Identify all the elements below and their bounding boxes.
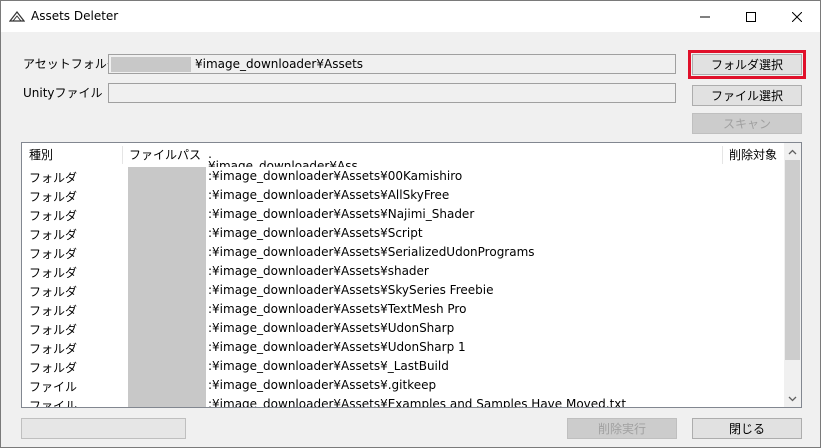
vertical-scrollbar[interactable] xyxy=(784,143,801,407)
maximize-icon xyxy=(746,11,756,22)
chevron-up-icon xyxy=(788,149,797,154)
scroll-down-button[interactable] xyxy=(784,390,801,407)
table-row[interactable]: フォルダ :¥image_downloader¥Assets¥Najimi_Sha… xyxy=(22,205,782,224)
column-header-type[interactable]: 種別 xyxy=(22,143,122,167)
row-path: :¥image_downloader¥Assets¥UdonSharp xyxy=(208,321,455,335)
minimize-icon xyxy=(700,16,710,17)
grid-header: 種別 ファイルパス 削除対象 xyxy=(22,143,782,167)
folder-select-button[interactable]: フォルダ選択 xyxy=(688,50,806,79)
asset-folder-field[interactable]: ¥image_downloader¥Assets xyxy=(108,54,676,74)
table-row[interactable]: フォルダ :¥image_downloader¥Assets¥Script xyxy=(22,224,782,243)
row-type: フォルダ xyxy=(29,285,78,299)
row-path: :¥image_downloader¥Assets¥Examples and S… xyxy=(208,397,627,408)
scroll-up-button[interactable] xyxy=(784,143,801,160)
table-row[interactable]: フォルダ :¥image_downloader¥Assets¥shader xyxy=(22,262,782,281)
file-list-grid[interactable]: 種別 ファイルパス 削除対象 :¥image_downloader¥Assets… xyxy=(21,142,802,408)
status-bar xyxy=(21,418,186,439)
row-type: フォルダ xyxy=(29,209,78,223)
row-type: フォルダ xyxy=(29,190,78,204)
close-button[interactable] xyxy=(774,1,820,32)
close-icon xyxy=(792,11,802,22)
window-title: Assets Deleter xyxy=(31,9,119,23)
row-path: :¥image_downloader¥Assets¥SerializedUdon… xyxy=(208,245,535,259)
delete-button[interactable]: 削除実行 xyxy=(567,418,677,439)
row-type: ファイル xyxy=(29,380,78,394)
table-row[interactable]: フォルダ :¥image_downloader¥Assets¥00Kamishir… xyxy=(22,167,782,186)
table-row[interactable]: フォルダ :¥image_downloader¥Assets¥Serialized… xyxy=(22,243,782,262)
title-bar[interactable]: Assets Deleter xyxy=(1,1,820,32)
row-type: フォルダ xyxy=(29,266,78,280)
table-row[interactable]: フォルダ :¥image_downloader¥Assets¥AllSkyFree xyxy=(22,186,782,205)
row-type: フォルダ xyxy=(29,247,78,261)
row-path: :¥image_downloader¥Assets¥AllSkyFree xyxy=(208,188,450,202)
app-icon xyxy=(9,11,25,22)
scan-button[interactable]: スキャン xyxy=(692,113,802,134)
row-type: ファイル xyxy=(29,399,78,408)
row-type: フォルダ xyxy=(29,342,78,356)
table-row[interactable]: フォルダ :¥image_downloader¥Assets¥UdonSharp … xyxy=(22,338,782,357)
row-path: :¥image_downloader¥Assets¥SkySeries Free… xyxy=(208,283,494,297)
row-path: :¥image_downloader¥Assets¥_LastBuild xyxy=(208,359,449,373)
table-row[interactable]: フォルダ :¥image_downloader¥Assets¥SkySeries … xyxy=(22,281,782,300)
table-row[interactable]: ファイル :¥image_downloader¥Assets¥.gitkeep xyxy=(22,376,782,395)
minimize-button[interactable] xyxy=(682,1,728,32)
row-path: :¥image_downloader¥Assets¥Najimi_Shader xyxy=(208,207,475,221)
table-row[interactable]: フォルダ :¥image_downloader¥Assets¥_LastBuild xyxy=(22,357,782,376)
row-type: フォルダ xyxy=(29,171,78,185)
file-select-button[interactable]: ファイル選択 xyxy=(692,85,802,106)
unity-file-field[interactable] xyxy=(108,83,676,103)
row-path: :¥image_downloader¥Assets¥00Kamishiro xyxy=(208,169,463,183)
row-type: フォルダ xyxy=(29,361,78,375)
scrollbar-thumb[interactable] xyxy=(785,160,800,360)
row-path: :¥image_downloader¥Assets¥Script xyxy=(208,226,423,240)
table-row[interactable]: フォルダ :¥image_downloader¥Assets¥TextMesh P… xyxy=(22,300,782,319)
row-path: :¥image_downloader¥Assets¥UdonSharp 1 xyxy=(208,340,466,354)
asset-folder-label: アセットフォルダ xyxy=(23,57,119,71)
row-path: :¥image_downloader¥Assets¥.gitkeep xyxy=(208,378,437,392)
row-path: :¥image_downloader¥Assets¥shader xyxy=(208,264,429,278)
asset-folder-value: ¥image_downloader¥Assets xyxy=(195,57,364,71)
row-type: フォルダ xyxy=(29,323,78,337)
partial-row-path: :¥image_downloader¥Assets xyxy=(208,155,358,167)
redacted-path-prefix xyxy=(111,57,191,72)
unity-file-label: Unityファイル xyxy=(23,86,103,100)
column-header-delete-target[interactable]: 削除対象 xyxy=(722,143,782,167)
row-type: フォルダ xyxy=(29,304,78,318)
assets-deleter-window: Assets Deleter アセットフォルダ ¥image_downloade… xyxy=(0,0,821,448)
table-row[interactable]: フォルダ :¥image_downloader¥Assets¥UdonSharp xyxy=(22,319,782,338)
row-path: :¥image_downloader¥Assets¥TextMesh Pro xyxy=(208,302,467,316)
row-type: フォルダ xyxy=(29,228,78,242)
maximize-button[interactable] xyxy=(728,1,774,32)
chevron-down-icon xyxy=(788,396,797,401)
table-row[interactable]: ファイル :¥image_downloader¥Assets¥Examples a… xyxy=(22,395,782,408)
close-dialog-button[interactable]: 閉じる xyxy=(692,418,802,439)
